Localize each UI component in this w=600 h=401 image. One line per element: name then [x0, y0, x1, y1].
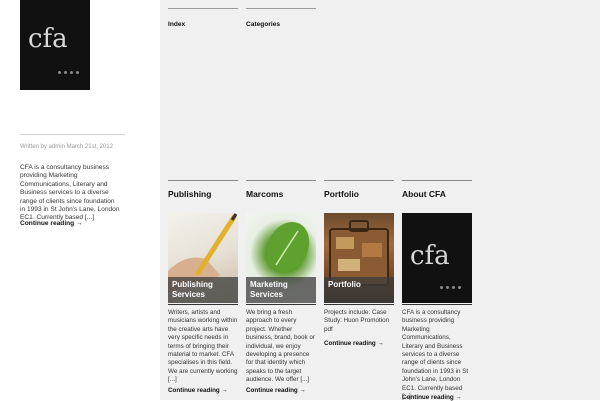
section-title[interactable]: Marcoms	[246, 189, 316, 199]
content-area: Index Categories Publishing Publishing S…	[160, 0, 600, 401]
section-rule	[324, 180, 394, 181]
portfolio-continue-link[interactable]: Continue reading →	[324, 340, 384, 347]
section-description: Projects include: Case Study: Huon Promo…	[324, 309, 390, 333]
nav-index-link[interactable]: Index	[168, 21, 185, 28]
publishing-image[interactable]: Publishing Services	[168, 213, 238, 303]
thumb-divider	[168, 304, 238, 305]
left-column: cfa Written by admin March 21st, 2012 CF…	[0, 0, 160, 400]
section-rule	[402, 180, 472, 181]
thumb-divider	[402, 304, 472, 305]
about-logo-text: cfa	[410, 241, 450, 271]
section-marcoms: Marcoms Marketing Services We bring a fr…	[246, 180, 316, 394]
section-description: CFA is a consultancy business providing …	[402, 309, 469, 401]
cfa-logo[interactable]: cfa	[20, 0, 90, 90]
section-rule	[246, 180, 316, 181]
section-title[interactable]: About CFA	[402, 189, 472, 199]
nav-index: Index	[168, 8, 238, 31]
section-title[interactable]: Portfolio	[324, 189, 394, 199]
logo-text: cfa	[28, 24, 68, 54]
marcoms-image-label: Marketing Services	[246, 277, 316, 303]
about-image[interactable]: cfa	[402, 213, 472, 303]
post-continue-reading-link[interactable]: Continue reading →	[20, 220, 83, 227]
section-title[interactable]: Publishing	[168, 189, 238, 199]
portfolio-image-label: Portfolio	[324, 277, 394, 303]
section-description: We bring a fresh approach to every proje…	[246, 309, 315, 384]
thumb-divider	[324, 304, 394, 305]
about-logo-dots	[440, 276, 461, 294]
publishing-continue-link[interactable]: Continue reading →	[168, 387, 228, 394]
portfolio-image[interactable]: Portfolio	[324, 213, 394, 303]
section-publishing: Publishing Publishing Services Writers, …	[168, 180, 238, 394]
section-description: Writers, artists and musicians working w…	[168, 309, 238, 384]
thumb-divider	[246, 304, 316, 305]
post-divider	[20, 134, 125, 135]
logo-dots	[58, 61, 82, 79]
nav-categories-link[interactable]: Categories	[246, 21, 280, 28]
post-meta: Written by admin March 21st, 2012	[20, 144, 113, 150]
post-excerpt: CFA is a consultancy business providing …	[20, 164, 120, 222]
nav-categories: Categories	[246, 8, 316, 31]
marcoms-continue-link[interactable]: Continue reading →	[246, 387, 306, 394]
publishing-image-label: Publishing Services	[168, 277, 238, 303]
marcoms-image[interactable]: Marketing Services	[246, 213, 316, 303]
section-rule	[168, 180, 238, 181]
section-about: About CFA cfa CFA is a consultancy busin…	[402, 180, 472, 401]
section-portfolio: Portfolio Portfolio Projects include: Ca…	[324, 180, 394, 347]
